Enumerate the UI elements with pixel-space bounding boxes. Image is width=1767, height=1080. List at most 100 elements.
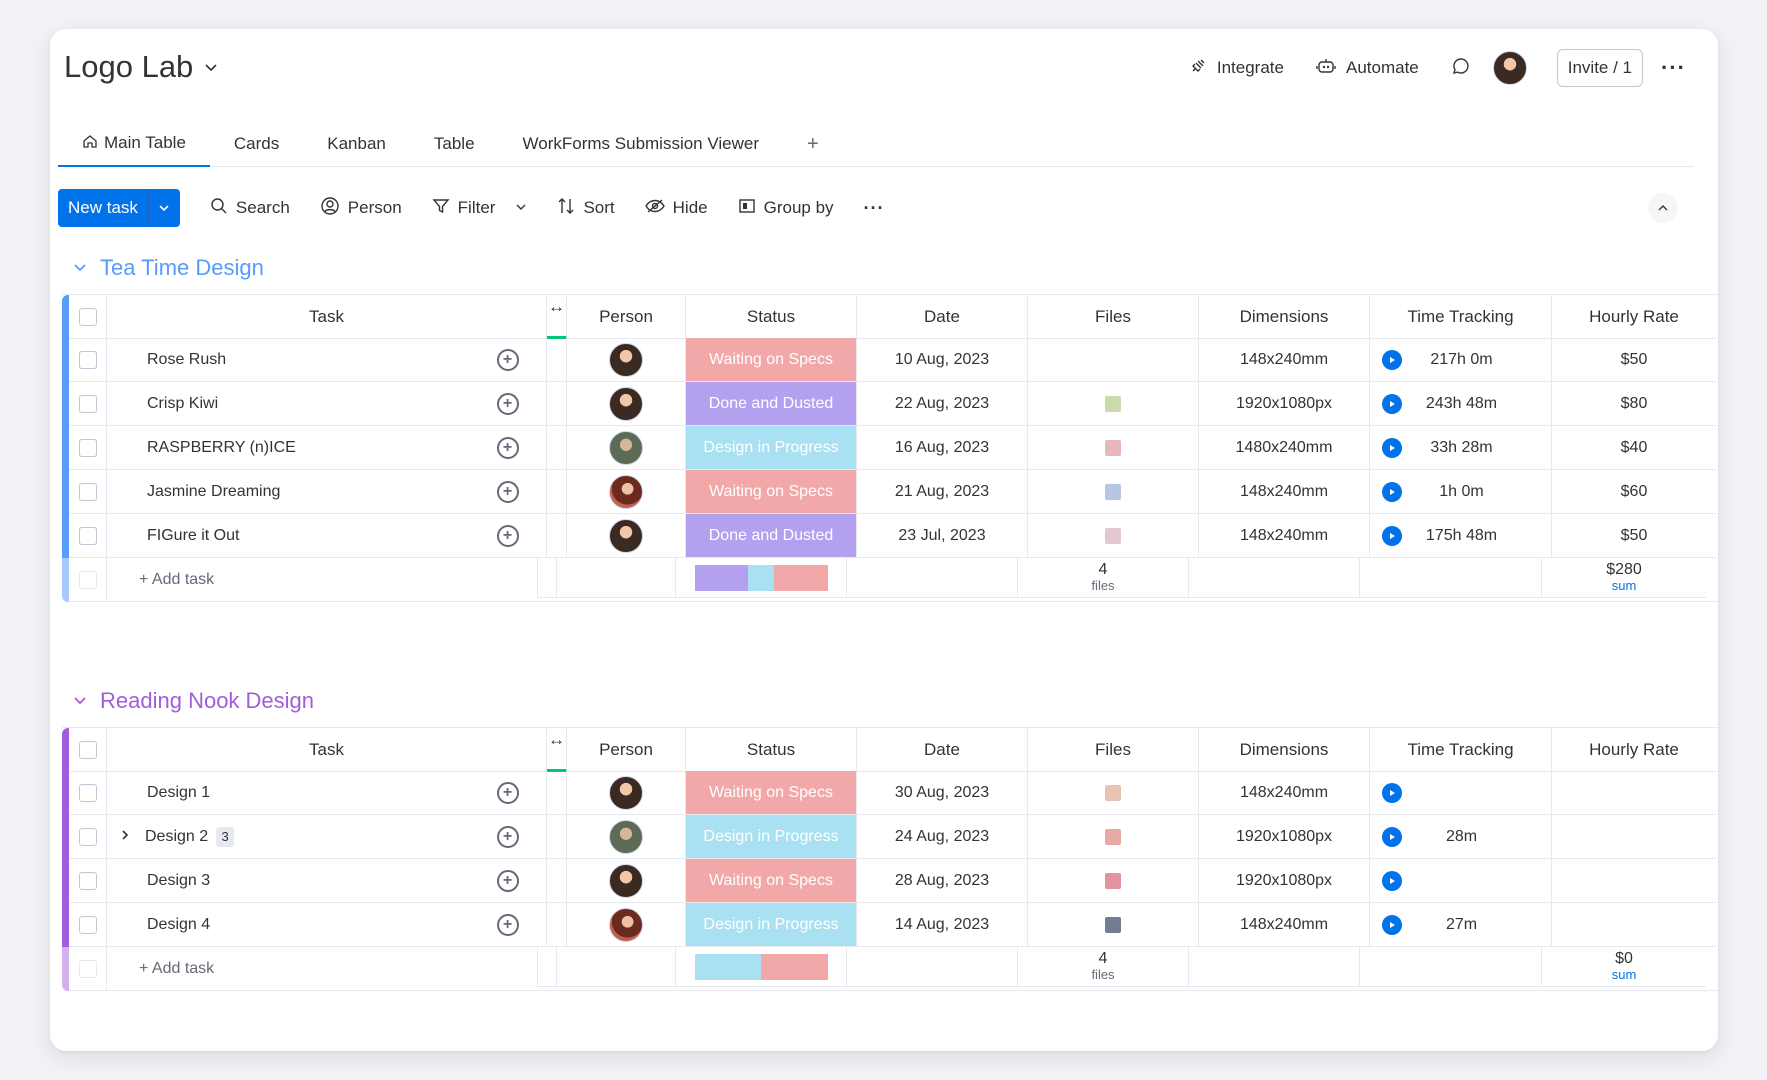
date-cell[interactable]: 22 Aug, 2023: [857, 382, 1028, 426]
invite-button[interactable]: Invite / 1: [1556, 49, 1644, 87]
date-cell[interactable]: 24 Aug, 2023: [857, 815, 1028, 859]
files-cell[interactable]: [1028, 771, 1199, 815]
play-icon[interactable]: [1382, 525, 1402, 546]
dimensions-cell[interactable]: 1920x1080px: [1199, 815, 1370, 859]
date-cell[interactable]: 16 Aug, 2023: [857, 426, 1028, 470]
time-tracking-cell[interactable]: [1370, 771, 1552, 815]
avatar[interactable]: [609, 775, 643, 810]
status-cell[interactable]: Done and Dusted: [686, 382, 857, 426]
avatar[interactable]: [609, 907, 643, 942]
file-thumbnail[interactable]: [1105, 828, 1121, 845]
column-header-dimensions[interactable]: Dimensions: [1199, 295, 1370, 339]
add-update-button[interactable]: +: [469, 771, 547, 815]
group-by-button[interactable]: Group by: [738, 197, 834, 220]
person-cell[interactable]: [567, 815, 686, 859]
files-cell[interactable]: [1028, 382, 1199, 426]
chevron-up-icon[interactable]: [1648, 193, 1678, 223]
play-icon[interactable]: [1382, 826, 1402, 847]
avatar[interactable]: [609, 863, 643, 898]
date-cell[interactable]: 23 Jul, 2023: [857, 514, 1028, 558]
table-row[interactable]: Design 4 + Design in Progress 14 Aug, 2023 1…: [62, 903, 1718, 947]
status-cell[interactable]: Waiting on Specs: [686, 771, 857, 815]
more-toolbar-icon[interactable]: ···: [864, 198, 885, 219]
status-cell[interactable]: Waiting on Specs: [686, 859, 857, 903]
task-name-cell[interactable]: FIGure it Out: [107, 514, 469, 558]
status-summary-bar[interactable]: [676, 947, 847, 987]
date-cell[interactable]: 30 Aug, 2023: [857, 771, 1028, 815]
time-tracking-cell[interactable]: 243h 48m: [1370, 382, 1552, 426]
group-title-tea-time[interactable]: Tea Time Design: [72, 255, 264, 281]
add-update-button[interactable]: +: [469, 426, 547, 470]
column-header-dimensions[interactable]: Dimensions: [1199, 728, 1370, 772]
hourly-rate-cell[interactable]: $50: [1552, 514, 1716, 558]
column-header-date[interactable]: Date: [857, 728, 1028, 772]
person-cell[interactable]: [567, 859, 686, 903]
table-row[interactable]: Crisp Kiwi + Done and Dusted 22 Aug, 2023 19…: [62, 382, 1718, 426]
hourly-rate-cell[interactable]: $40: [1552, 426, 1716, 470]
column-header-files[interactable]: Files: [1028, 295, 1199, 339]
column-header-person[interactable]: Person: [567, 295, 686, 339]
dimensions-cell[interactable]: 1480x240mm: [1199, 426, 1370, 470]
tab-table[interactable]: Table: [410, 121, 499, 167]
play-icon[interactable]: [1382, 349, 1402, 370]
tab-workforms[interactable]: WorkForms Submission Viewer: [499, 121, 784, 167]
time-tracking-cell[interactable]: 28m: [1370, 815, 1552, 859]
play-icon[interactable]: [1382, 870, 1402, 891]
person-cell[interactable]: [567, 771, 686, 815]
status-cell[interactable]: Waiting on Specs: [686, 470, 857, 514]
tab-main-table[interactable]: Main Table: [58, 121, 210, 167]
row-checkbox[interactable]: [69, 815, 107, 859]
resize-arrows-icon[interactable]: ↔: [547, 295, 567, 339]
dimensions-cell[interactable]: 148x240mm: [1199, 514, 1370, 558]
task-name-cell[interactable]: Design 2 3: [107, 815, 469, 859]
add-update-button[interactable]: +: [469, 903, 547, 947]
time-tracking-cell[interactable]: 33h 28m: [1370, 426, 1552, 470]
table-row[interactable]: RASPBERRY (n)ICE + Design in Progress 16 Au…: [62, 426, 1718, 470]
date-cell[interactable]: 28 Aug, 2023: [857, 859, 1028, 903]
files-cell[interactable]: [1028, 338, 1199, 382]
files-cell[interactable]: [1028, 470, 1199, 514]
person-cell[interactable]: [567, 382, 686, 426]
search-button[interactable]: Search: [210, 197, 290, 220]
hourly-rate-cell[interactable]: [1552, 903, 1716, 947]
play-icon[interactable]: [1382, 782, 1402, 803]
add-update-button[interactable]: +: [469, 514, 547, 558]
date-cell[interactable]: 21 Aug, 2023: [857, 470, 1028, 514]
play-icon[interactable]: [1382, 481, 1402, 502]
status-cell[interactable]: Waiting on Specs: [686, 338, 857, 382]
hourly-rate-cell[interactable]: [1552, 815, 1716, 859]
chevron-down-icon[interactable]: [72, 688, 88, 714]
dimensions-cell[interactable]: 1920x1080px: [1199, 382, 1370, 426]
column-header-person[interactable]: Person: [567, 728, 686, 772]
person-cell[interactable]: [567, 514, 686, 558]
time-tracking-cell[interactable]: 217h 0m: [1370, 338, 1552, 382]
file-thumbnail[interactable]: [1105, 395, 1121, 412]
person-cell[interactable]: [567, 470, 686, 514]
column-header-time-tracking[interactable]: Time Tracking: [1370, 728, 1552, 772]
files-cell[interactable]: [1028, 426, 1199, 470]
task-name-cell[interactable]: Jasmine Dreaming: [107, 470, 469, 514]
chevron-right-icon[interactable]: [119, 828, 131, 846]
resize-arrows-icon[interactable]: ↔: [547, 728, 567, 772]
filter-button[interactable]: Filter: [432, 197, 528, 220]
hourly-rate-cell[interactable]: [1552, 859, 1716, 903]
add-update-button[interactable]: +: [469, 470, 547, 514]
file-thumbnail[interactable]: [1105, 527, 1121, 544]
task-name-cell[interactable]: Design 4: [107, 903, 469, 947]
avatar[interactable]: [609, 518, 643, 553]
status-cell[interactable]: Done and Dusted: [686, 514, 857, 558]
dimensions-cell[interactable]: 148x240mm: [1199, 470, 1370, 514]
play-icon[interactable]: [1382, 914, 1402, 935]
column-header-status[interactable]: Status: [686, 728, 857, 772]
files-cell[interactable]: [1028, 815, 1199, 859]
table-row[interactable]: Design 3 + Waiting on Specs 28 Aug, 2023 192…: [62, 859, 1718, 903]
files-cell[interactable]: [1028, 859, 1199, 903]
integrate-button[interactable]: Integrate: [1189, 57, 1284, 80]
add-update-button[interactable]: +: [469, 815, 547, 859]
tab-kanban[interactable]: Kanban: [303, 121, 410, 167]
status-summary-bar[interactable]: [676, 558, 847, 598]
row-checkbox[interactable]: [69, 382, 107, 426]
avatar[interactable]: [609, 819, 643, 854]
row-checkbox[interactable]: [69, 903, 107, 947]
board-title[interactable]: Logo Lab: [64, 49, 219, 85]
